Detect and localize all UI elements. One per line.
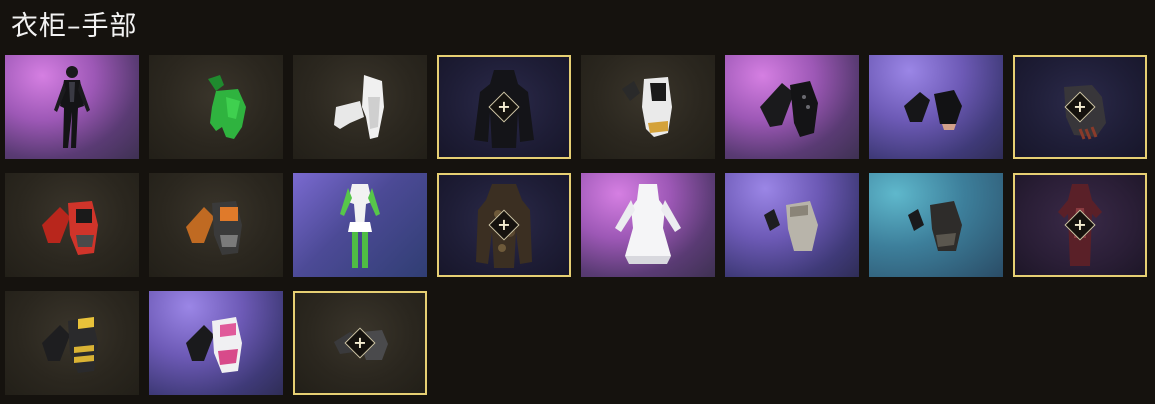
wardrobe-item-camo-suit[interactable]: + bbox=[437, 173, 571, 277]
black-studded-gloves-icon bbox=[760, 81, 818, 137]
black-fingerless-gloves-icon bbox=[904, 90, 962, 130]
wardrobe-item-white-gloves[interactable] bbox=[293, 55, 427, 159]
white-dress-icon bbox=[615, 184, 681, 264]
wardrobe-item-white-dress[interactable] bbox=[581, 173, 715, 277]
wardrobe-item-red-racing-gloves[interactable] bbox=[5, 173, 139, 277]
wardrobe-item-black-bodysuit[interactable] bbox=[5, 55, 139, 159]
red-racing-gloves-icon bbox=[42, 201, 98, 255]
dark-fingerless-gloves-icon bbox=[908, 201, 962, 251]
wardrobe-item-green-gloves[interactable] bbox=[149, 55, 283, 159]
wardrobe-item-pink-racing-gloves[interactable] bbox=[149, 291, 283, 395]
green-white-outfit-icon bbox=[340, 184, 380, 268]
pink-racing-gloves-icon bbox=[186, 317, 242, 373]
orange-racing-gloves-icon bbox=[186, 201, 242, 255]
wardrobe-item-white-black-gloves[interactable] bbox=[581, 55, 715, 159]
black-bodysuit-icon bbox=[54, 66, 90, 148]
wardrobe-item-grey-armor-glove[interactable]: + bbox=[293, 291, 427, 395]
green-gloves-icon bbox=[208, 75, 246, 139]
wardrobe-item-black-studded-gloves[interactable] bbox=[725, 55, 859, 159]
wardrobe-item-yellow-racing-gloves[interactable] bbox=[5, 291, 139, 395]
wardrobe-item-grey-fingerless-gloves[interactable] bbox=[725, 173, 859, 277]
wardrobe-item-black-hooded-suit[interactable]: + bbox=[437, 55, 571, 159]
yellow-racing-gloves-icon bbox=[42, 317, 98, 373]
white-black-gloves-icon bbox=[622, 77, 672, 137]
wardrobe-item-orange-racing-gloves[interactable] bbox=[149, 173, 283, 277]
wardrobe-item-red-ornate-suit[interactable]: + bbox=[1013, 173, 1147, 277]
wardrobe-grid: + + + + + bbox=[5, 55, 1147, 395]
page-title: 衣柜–手部 bbox=[11, 11, 138, 42]
wardrobe-item-black-glove[interactable]: + bbox=[1013, 55, 1147, 159]
wardrobe-item-green-white-outfit[interactable] bbox=[293, 173, 427, 277]
white-gloves-icon bbox=[334, 75, 384, 139]
grey-fingerless-gloves-icon bbox=[764, 201, 818, 251]
wardrobe-item-black-fingerless-gloves[interactable] bbox=[869, 55, 1003, 159]
wardrobe-item-dark-fingerless-gloves[interactable] bbox=[869, 173, 1003, 277]
